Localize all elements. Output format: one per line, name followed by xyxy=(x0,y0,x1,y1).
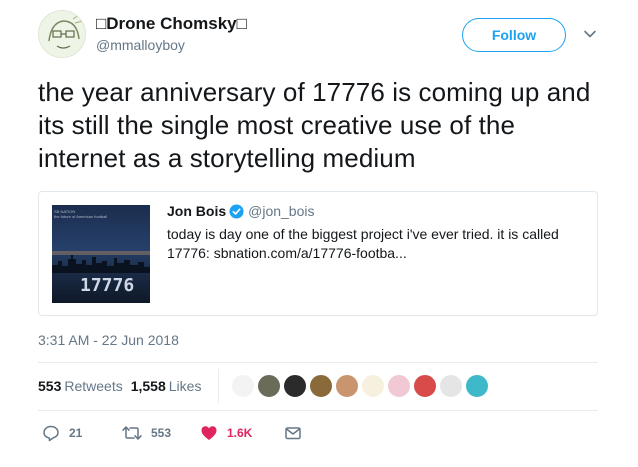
reply-icon xyxy=(43,425,59,442)
chevron-down-icon[interactable] xyxy=(583,27,597,41)
quoted-author-name: Jon Bois xyxy=(167,203,227,219)
thumbnail-caption: SB NATION the future of American footbal… xyxy=(52,209,150,219)
tweet-header: □Drone Chomsky□ @mmalloyboy Follow xyxy=(38,10,608,60)
retweets-stat[interactable]: 553 Retweets xyxy=(38,378,123,394)
avatar-doodle-icon xyxy=(39,11,85,57)
retweet-button[interactable]: 553 xyxy=(122,421,171,445)
liker-avatar[interactable] xyxy=(464,373,490,399)
like-count: 1.6K xyxy=(227,426,253,440)
divider xyxy=(38,362,598,363)
engagement-stats: 553 Retweets 1,558 Likes xyxy=(38,378,201,394)
liker-avatar[interactable] xyxy=(230,373,256,399)
quoted-tweet-text: today is day one of the biggest project … xyxy=(167,226,559,261)
liker-avatar[interactable] xyxy=(386,373,412,399)
tweet-text: the year anniversary of 17776 is coming … xyxy=(38,77,591,173)
reply-button[interactable]: 21 xyxy=(42,421,82,445)
follow-button[interactable]: Follow xyxy=(462,18,566,52)
tweet-actions: 21 553 1.6K xyxy=(38,421,338,445)
author-name-block[interactable]: □Drone Chomsky□ @mmalloyboy xyxy=(96,14,247,54)
liker-avatar[interactable] xyxy=(334,373,360,399)
thumbnail-title: 17776 xyxy=(80,275,135,296)
direct-message-button[interactable] xyxy=(284,421,302,445)
quoted-author: Jon Bois @jon_bois xyxy=(167,203,315,221)
liker-avatar[interactable] xyxy=(308,373,334,399)
likes-count: 1,558 xyxy=(130,378,166,394)
retweet-icon xyxy=(122,426,142,440)
quoted-tweet-card[interactable]: SB NATION the future of American footbal… xyxy=(38,191,598,316)
liker-avatar[interactable] xyxy=(282,373,308,399)
likes-stat[interactable]: 1,558 Likes xyxy=(131,378,202,394)
divider xyxy=(38,410,598,411)
liker-avatar[interactable] xyxy=(412,373,438,399)
liker-avatar[interactable] xyxy=(360,373,386,399)
heart-icon xyxy=(201,426,217,440)
verified-badge-icon xyxy=(229,204,244,219)
retweets-count: 553 xyxy=(38,378,62,394)
reply-count: 21 xyxy=(69,426,83,440)
author-avatar[interactable] xyxy=(38,10,86,58)
author-handle[interactable]: @mmalloyboy xyxy=(96,36,247,54)
quoted-tweet-thumbnail[interactable]: SB NATION the future of American footbal… xyxy=(52,205,150,303)
envelope-icon xyxy=(285,427,301,440)
thumbnail-caption-text: the future of American football xyxy=(54,214,108,219)
stats-separator xyxy=(218,369,219,403)
retweet-count: 553 xyxy=(151,426,172,440)
retweets-label: Retweets xyxy=(64,378,123,394)
like-button[interactable]: 1.6K xyxy=(200,421,252,445)
likes-label: Likes xyxy=(168,378,202,394)
tweet-timestamp[interactable]: 3:31 AM - 22 Jun 2018 xyxy=(38,332,179,348)
author-display-name[interactable]: □Drone Chomsky□ xyxy=(96,14,247,34)
skyline-graphic xyxy=(52,251,150,273)
liker-avatar[interactable] xyxy=(256,373,282,399)
liker-avatar[interactable] xyxy=(438,373,464,399)
quoted-author-handle: @jon_bois xyxy=(248,203,315,219)
